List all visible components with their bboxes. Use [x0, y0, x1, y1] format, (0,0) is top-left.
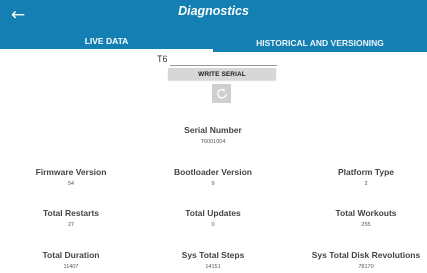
stat-label: Total Duration [42, 250, 100, 260]
stat-label: Total Workouts [335, 208, 397, 218]
tab-live-data[interactable]: LIVE DATA [0, 33, 213, 52]
stat-value: 14151 [205, 264, 221, 270]
stat-label: Bootloader Version [174, 167, 252, 177]
stat-label: Total Restarts [42, 208, 100, 218]
stat-serial-number: Serial Number T6001004 [152, 125, 274, 145]
stat-sys-total-steps: Sys Total Steps 14151 [152, 250, 274, 270]
stat-firmware-version: Firmware Version 54 [10, 167, 132, 187]
stat-value: 0 [211, 222, 215, 228]
page-title: Diagnostics [178, 4, 249, 18]
stat-label: Platform Type [337, 167, 395, 177]
tab-historical-and-versioning[interactable]: HISTORICAL AND VERSIONING [213, 33, 427, 52]
stat-value: T6001004 [200, 139, 226, 145]
stat-value: 27 [67, 222, 75, 228]
stat-value: 9 [211, 181, 215, 187]
stat-platform-type: Platform Type 2 [305, 167, 427, 187]
stat-value: 255 [361, 222, 371, 228]
stat-bootloader-version: Bootloader Version 9 [152, 167, 274, 187]
stat-total-updates: Total Updates 0 [152, 208, 274, 228]
serial-input-underline [170, 65, 277, 66]
stat-total-restarts: Total Restarts 27 [10, 208, 132, 228]
refresh-icon [216, 88, 227, 99]
stat-total-duration: Total Duration 11407 [10, 250, 132, 270]
stat-value: 11407 [63, 264, 79, 270]
app-bar: ← Diagnostics LIVE DATA HISTORICAL AND V… [0, 0, 427, 52]
stat-value: 78170 [358, 264, 374, 270]
stat-value: 54 [67, 181, 75, 187]
serial-input-value: T6 [157, 54, 168, 64]
stat-sys-total-disk-revolutions: Sys Total Disk Revolutions 78170 [305, 250, 427, 270]
tab-bar: LIVE DATA HISTORICAL AND VERSIONING [0, 33, 427, 52]
stat-label: Total Updates [185, 208, 241, 218]
stat-label: Sys Total Steps [181, 250, 245, 260]
stat-label: Serial Number [184, 125, 242, 135]
stat-label: Sys Total Disk Revolutions [311, 250, 421, 260]
write-serial-button[interactable]: WRITE SERIAL [168, 68, 276, 80]
stat-label: Firmware Version [35, 167, 107, 177]
stat-total-workouts: Total Workouts 255 [305, 208, 427, 228]
stat-value: 2 [364, 181, 368, 187]
refresh-button[interactable] [212, 84, 231, 103]
serial-input-field[interactable]: T6 [150, 52, 280, 67]
